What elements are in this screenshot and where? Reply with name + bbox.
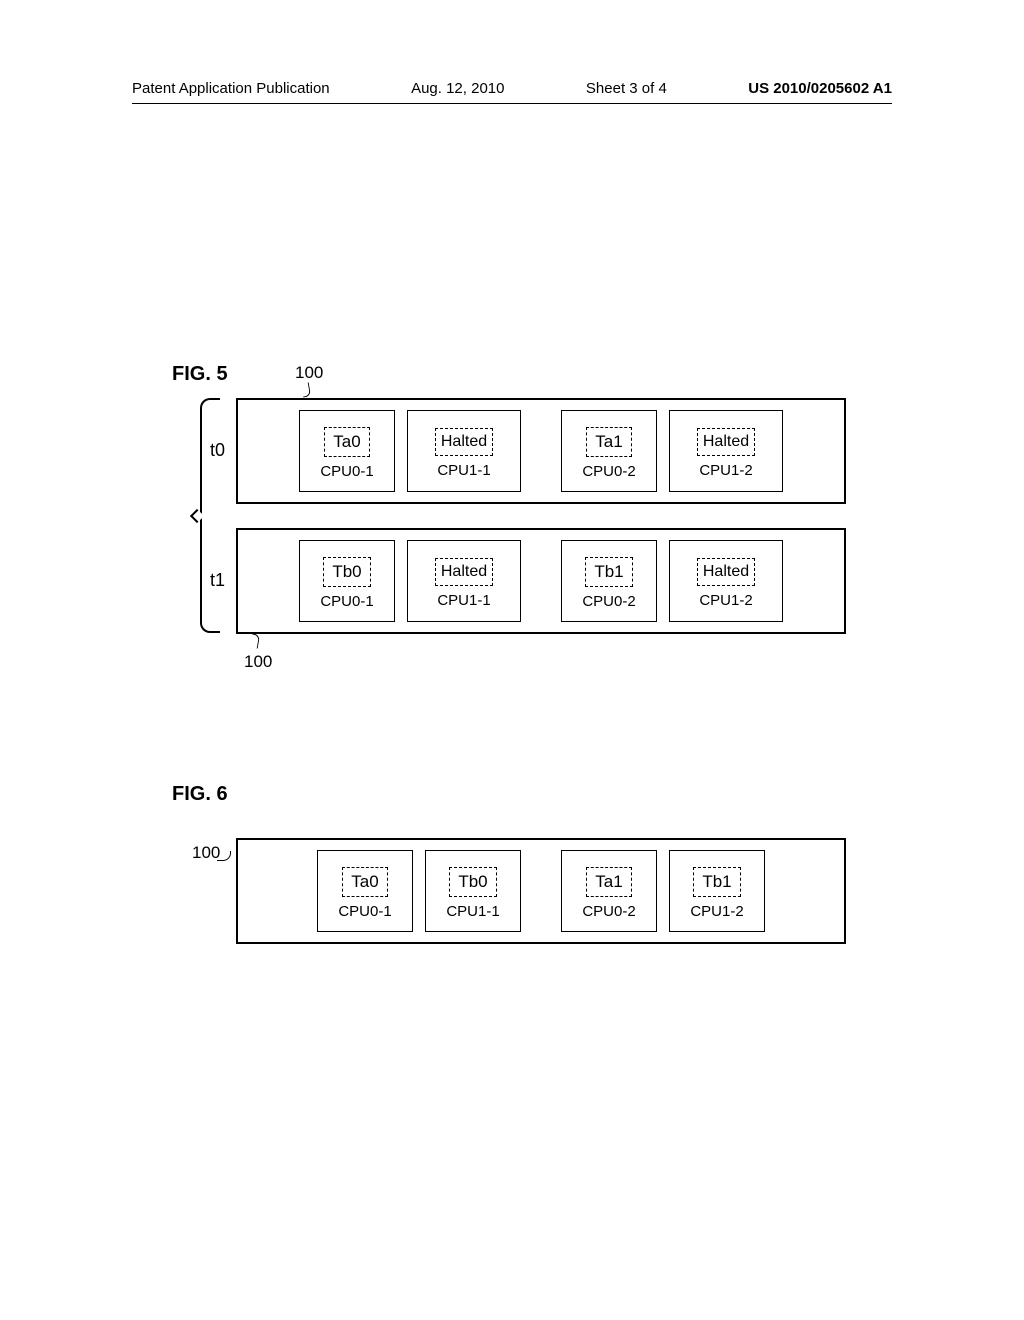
publication-date: Aug. 12, 2010 <box>411 80 504 97</box>
figure-6-label: FIG. 6 <box>172 783 228 806</box>
cpu-pair-left: Ta0 CPU0-1 Halted CPU1-1 <box>299 410 521 492</box>
cpu-pair-left: Tb0 CPU0-1 Halted CPU1-1 <box>299 540 521 622</box>
task-box: Halted <box>697 428 755 456</box>
cpu-pair-right: Ta1 CPU0-2 Halted CPU1-2 <box>561 410 783 492</box>
task-box: Tb0 <box>449 867 496 897</box>
task-box: Tb1 <box>693 867 740 897</box>
system-box-fig6: Ta0 CPU0-1 Tb0 CPU1-1 Ta1 CPU0-2 Tb1 CPU… <box>236 838 846 944</box>
cpu-box: Halted CPU1-1 <box>407 540 521 622</box>
cpu-label: CPU0-2 <box>582 463 635 480</box>
task-box: Halted <box>697 558 755 586</box>
cpu-box: Tb1 CPU0-2 <box>561 540 657 622</box>
cpu-box: Ta0 CPU0-1 <box>299 410 395 492</box>
cpu-label: CPU1-1 <box>437 592 490 609</box>
cpu-box: Ta1 CPU0-2 <box>561 850 657 932</box>
cpu-label: CPU1-2 <box>690 903 743 920</box>
cpu-label: CPU0-1 <box>338 903 391 920</box>
task-box: Ta0 <box>324 427 369 457</box>
cpu-box: Halted CPU1-2 <box>669 410 783 492</box>
cpu-pair-right: Ta1 CPU0-2 Tb1 CPU1-2 <box>561 850 765 932</box>
task-box: Tb0 <box>323 557 370 587</box>
cpu-label: CPU0-2 <box>582 593 635 610</box>
cpu-label: CPU1-2 <box>699 592 752 609</box>
cpu-pair-left: Ta0 CPU0-1 Tb0 CPU1-1 <box>317 850 521 932</box>
publication-number: US 2010/0205602 A1 <box>748 80 892 97</box>
cpu-box: Tb1 CPU1-2 <box>669 850 765 932</box>
cpu-label: CPU0-1 <box>320 463 373 480</box>
task-box: Ta0 <box>342 867 387 897</box>
cpu-box: Halted CPU1-2 <box>669 540 783 622</box>
task-box: Ta1 <box>586 427 631 457</box>
system-box-t0: Ta0 CPU0-1 Halted CPU1-1 Ta1 CPU0-2 Halt… <box>236 398 846 504</box>
task-box: Tb1 <box>585 557 632 587</box>
leader-line-icon <box>301 382 311 397</box>
publication-label: Patent Application Publication <box>132 80 330 97</box>
cpu-box: Ta1 CPU0-2 <box>561 410 657 492</box>
reference-100-bottom: 100 <box>244 652 272 672</box>
reference-100-top: 100 <box>295 363 323 383</box>
time-label-t1: t1 <box>210 570 225 591</box>
cpu-label: CPU0-1 <box>320 593 373 610</box>
system-box-t1: Tb0 CPU0-1 Halted CPU1-1 Tb1 CPU0-2 Halt… <box>236 528 846 634</box>
leader-line-icon <box>250 633 260 648</box>
cpu-box: Tb0 CPU0-1 <box>299 540 395 622</box>
cpu-label: CPU1-1 <box>437 462 490 479</box>
cpu-pair-right: Tb1 CPU0-2 Halted CPU1-2 <box>561 540 783 622</box>
brace-icon <box>200 398 220 633</box>
time-label-t0: t0 <box>210 440 225 461</box>
cpu-box: Ta0 CPU0-1 <box>317 850 413 932</box>
sheet-number: Sheet 3 of 4 <box>586 80 667 97</box>
cpu-box: Halted CPU1-1 <box>407 410 521 492</box>
cpu-label: CPU0-2 <box>582 903 635 920</box>
cpu-box: Tb0 CPU1-1 <box>425 850 521 932</box>
cpu-label: CPU1-2 <box>699 462 752 479</box>
cpu-label: CPU1-1 <box>446 903 499 920</box>
page-header: Patent Application Publication Aug. 12, … <box>132 80 892 104</box>
task-box: Ta1 <box>586 867 631 897</box>
task-box: Halted <box>435 428 493 456</box>
figure-5-label: FIG. 5 <box>172 363 228 386</box>
task-box: Halted <box>435 558 493 586</box>
leader-line-icon <box>217 851 231 861</box>
